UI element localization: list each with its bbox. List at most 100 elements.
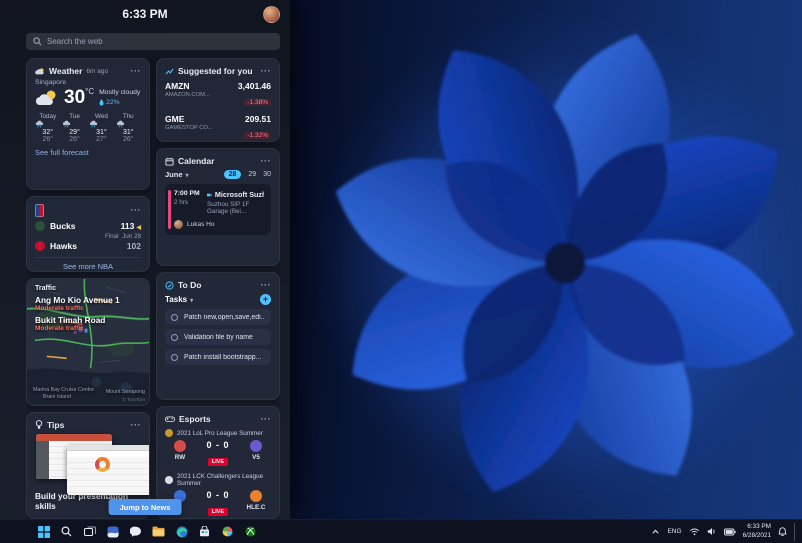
traffic-title: Traffic xyxy=(35,285,57,292)
file-explorer-icon[interactable] xyxy=(149,522,168,541)
taskbar-clock[interactable]: 6:33 PM 6/28/2021 xyxy=(743,523,771,540)
league-name: 2021 LoL Pro League Summer xyxy=(177,429,263,437)
search-icon xyxy=(33,37,42,46)
task-item[interactable]: Validation file by name xyxy=(165,329,271,345)
calendar-menu-button[interactable]: ··· xyxy=(261,156,272,166)
lpl-league-icon xyxy=(165,429,173,437)
calendar-event[interactable]: 7:00 PM 2 hrs Microsoft Suzhou Toa... xyxy=(165,184,271,235)
store-icon[interactable] xyxy=(195,522,214,541)
stock-row[interactable]: AMZN AMAZON.COM... 3,401.46 -1.38% xyxy=(165,81,271,109)
weather-updated: 6m ago xyxy=(86,67,109,75)
taskbar-search-icon[interactable] xyxy=(57,522,76,541)
task-complete-radio[interactable] xyxy=(171,313,178,321)
nba-team-row[interactable]: Bucks 113 ◀ xyxy=(35,221,141,231)
nba-widget[interactable]: ··· Bucks 113 ◀ Final Jun 28 Hawks 102 S… xyxy=(26,196,150,272)
wifi-icon[interactable] xyxy=(689,527,700,536)
team-score: 113 ◀ xyxy=(120,221,141,231)
live-badge: LIVE xyxy=(207,458,229,466)
traffic-road-status: Moderate traffic xyxy=(35,325,84,332)
weather-title: Weather xyxy=(49,66,83,76)
attendee-avatar xyxy=(174,220,183,229)
xbox-icon[interactable] xyxy=(241,522,260,541)
search-input[interactable] xyxy=(47,37,273,46)
tip-screenshot[interactable] xyxy=(67,445,149,495)
day-30[interactable]: 30 xyxy=(263,171,271,178)
stock-change: -1.32% xyxy=(244,132,271,139)
forecast-day[interactable]: Thu 31° 26° xyxy=(116,113,141,143)
esports-title: Esports xyxy=(179,414,211,424)
photos-icon[interactable] xyxy=(218,522,237,541)
video-call-icon xyxy=(207,193,212,196)
match-team: RW xyxy=(165,440,195,461)
weather-widget[interactable]: Weather 6m ago ··· Singapore 30°C Mostly… xyxy=(26,58,150,190)
current-temperature: 30°C xyxy=(64,87,95,109)
notification-bell-icon[interactable] xyxy=(778,526,787,537)
esports-menu-button[interactable]: ··· xyxy=(261,414,272,424)
web-search-bar[interactable] xyxy=(26,33,280,50)
see-full-forecast-link[interactable]: See full forecast xyxy=(35,148,141,157)
show-desktop-button[interactable] xyxy=(794,522,797,541)
volume-icon[interactable] xyxy=(707,527,717,536)
tray-date: 6/28/2021 xyxy=(742,531,771,539)
jump-to-news-button[interactable]: Jump to News xyxy=(108,499,182,515)
edge-browser-icon[interactable] xyxy=(172,522,191,541)
taskbar: ENG 6:33 PM 6/28/2021 xyxy=(0,519,802,543)
stocks-widget[interactable]: Suggested for you ··· AMZN AMAZON.COM...… xyxy=(156,58,280,142)
task-view-icon[interactable] xyxy=(80,522,99,541)
month-selector[interactable]: June ▾ xyxy=(165,170,189,179)
stock-price: 209.51 xyxy=(245,114,271,124)
match-team: V5 xyxy=(241,440,271,461)
team-score: 102 xyxy=(126,241,141,251)
taskbar-app-icons xyxy=(34,522,260,541)
task-complete-radio[interactable] xyxy=(171,333,178,341)
profile-avatar[interactable] xyxy=(263,6,280,23)
todo-menu-button[interactable]: ··· xyxy=(261,280,272,290)
chat-icon[interactable] xyxy=(126,522,145,541)
esports-match[interactable]: 2021 LoL Pro League Summer RW 0 - 0 LIVE xyxy=(165,429,271,468)
bucks-logo-icon xyxy=(35,221,45,231)
widgets-column-right: Suggested for you ··· AMZN AMAZON.COM...… xyxy=(156,58,280,519)
task-item[interactable]: Patch new,open,save,edi... xyxy=(165,309,271,325)
day-28-selected[interactable]: 28 xyxy=(223,170,242,179)
rain-icon xyxy=(62,120,71,128)
screen: 6:33 PM Weather xyxy=(0,0,802,543)
todo-widget[interactable]: To Do ··· Tasks ▾ + Patch new,open,save,e… xyxy=(156,272,280,400)
calendar-widget[interactable]: Calendar ··· June ▾ 28 29 30 7:00 PM 2 h… xyxy=(156,148,280,266)
tray-time: 6:33 PM xyxy=(747,523,771,531)
forecast-row: Today 32° 26° Tue 29° 26° Wed 31° 27° Th… xyxy=(35,113,141,143)
match-score: 0 - 0 xyxy=(206,440,230,450)
weather-menu-button[interactable]: ··· xyxy=(131,66,142,76)
add-task-button[interactable]: + xyxy=(260,294,271,305)
widgets-button[interactable] xyxy=(103,522,122,541)
event-title: Microsoft Suzhou Toa... xyxy=(207,190,264,199)
tray-overflow-chevron-icon[interactable] xyxy=(651,528,660,535)
start-button[interactable] xyxy=(34,522,53,541)
forecast-day[interactable]: Tue 29° 26° xyxy=(62,113,87,143)
forecast-day[interactable]: Today 32° 26° xyxy=(35,113,60,143)
day-29[interactable]: 29 xyxy=(248,171,256,178)
stock-name: GAMESTOP CO... xyxy=(165,125,213,131)
lightbulb-icon xyxy=(35,420,43,429)
stocks-menu-button[interactable]: ··· xyxy=(261,66,272,76)
rain-icon xyxy=(116,120,124,128)
stock-symbol: AMZN xyxy=(165,81,190,91)
weather-condition: Mostly cloudy 22% xyxy=(99,89,141,106)
team-name: Hawks xyxy=(50,241,77,251)
traffic-widget[interactable]: Traffic Ang Mo Kio Avenue 1 Moderate tra… xyxy=(26,278,150,406)
language-indicator[interactable]: ENG xyxy=(667,528,681,535)
nba-team-row[interactable]: Hawks 102 xyxy=(35,241,141,251)
battery-icon[interactable] xyxy=(723,528,736,536)
event-attendee: Lukas Ho xyxy=(174,220,264,229)
todo-check-icon xyxy=(165,280,174,290)
nba-menu-button[interactable]: ··· xyxy=(131,206,142,215)
tips-menu-button[interactable]: ··· xyxy=(131,420,142,430)
task-complete-radio[interactable] xyxy=(171,353,178,361)
forecast-day[interactable]: Wed 31° 27° xyxy=(89,113,114,143)
day-strip: 28 29 30 xyxy=(223,170,271,179)
task-item[interactable]: Patch install bootstrapp... xyxy=(165,349,271,365)
traffic-road-name: Bukit Timah Road xyxy=(35,315,106,325)
task-list-selector[interactable]: Tasks ▾ xyxy=(165,295,193,304)
stock-symbol: GME xyxy=(165,114,185,124)
stock-row[interactable]: GME GAMESTOP CO... 209.51 -1.32% xyxy=(165,114,271,141)
see-more-nba-link[interactable]: See more NBA xyxy=(35,257,141,271)
